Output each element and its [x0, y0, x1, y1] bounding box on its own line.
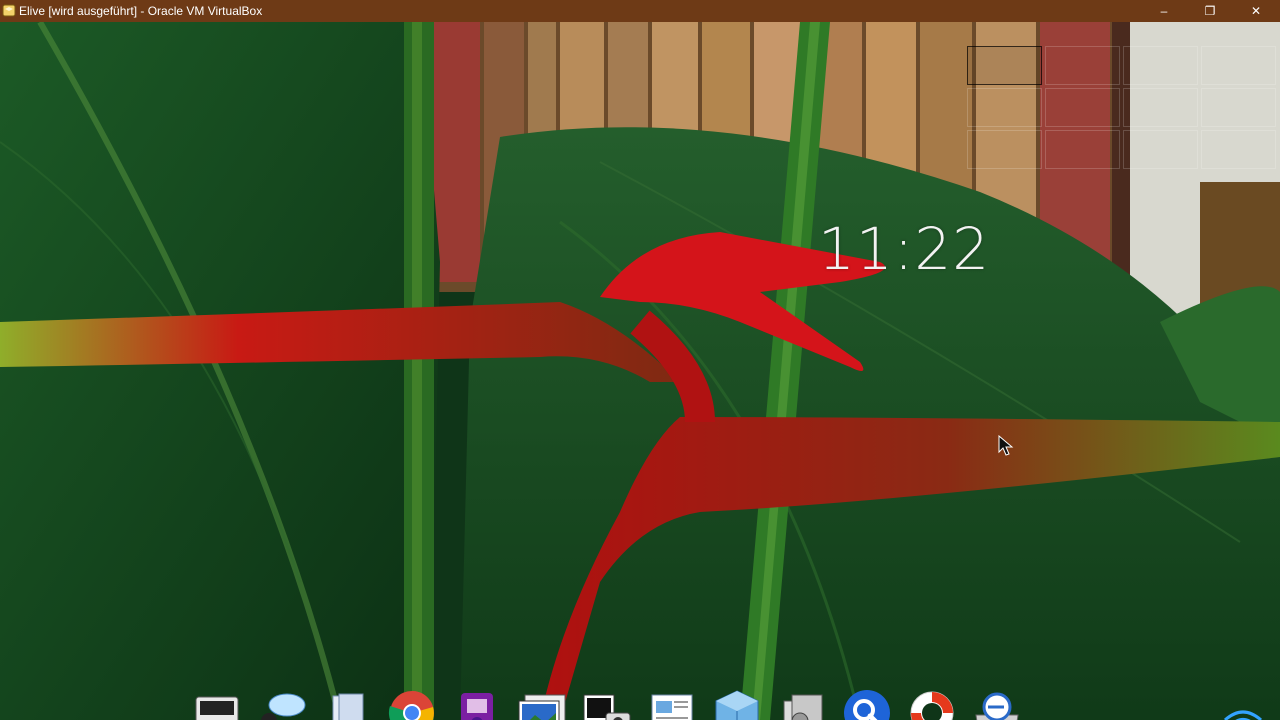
maximize-button[interactable]: ❐: [1187, 0, 1233, 22]
help-lifebuoy-icon[interactable]: [905, 686, 959, 720]
workspace-2[interactable]: [1045, 46, 1120, 85]
files-icon[interactable]: [320, 686, 374, 720]
mouse-pointer-icon: [998, 435, 1014, 456]
dock: [190, 684, 1024, 720]
wifi-icon[interactable]: [1222, 708, 1264, 720]
workspace-8[interactable]: [1201, 88, 1276, 127]
desktop-clock: 11:22: [818, 215, 991, 283]
desktop[interactable]: 11:22: [0, 22, 1280, 720]
close-button[interactable]: ✕: [1233, 0, 1279, 22]
chrome-icon[interactable]: [385, 686, 439, 720]
virtualbox-app-icon: [2, 4, 16, 17]
search-icon[interactable]: [840, 686, 894, 720]
virtualbox-icon[interactable]: [710, 686, 764, 720]
workspace-11[interactable]: [1123, 130, 1198, 169]
window-title: Elive [wird ausgeführt] - Oracle VM Virt…: [19, 4, 263, 18]
window-titlebar[interactable]: Elive [wird ausgeführt] - Oracle VM Virt…: [0, 0, 1280, 22]
image-viewer-icon[interactable]: [515, 686, 569, 720]
chat-icon[interactable]: [255, 686, 309, 720]
workspace-12[interactable]: [1201, 130, 1276, 169]
workspace-6[interactable]: [1045, 88, 1120, 127]
computer-icon[interactable]: [190, 686, 244, 720]
workspace-4[interactable]: [1201, 46, 1276, 85]
media-player-icon[interactable]: [450, 686, 504, 720]
workspace-10[interactable]: [1045, 130, 1120, 169]
minimize-button[interactable]: –: [1141, 0, 1187, 22]
workspace-3[interactable]: [1123, 46, 1198, 85]
workspace-1[interactable]: [967, 46, 1042, 85]
workspace-9[interactable]: [967, 130, 1042, 169]
workspace-pager[interactable]: [967, 46, 1276, 170]
screenshot-icon[interactable]: [580, 686, 634, 720]
workspace-7[interactable]: [1123, 88, 1198, 127]
workspace-5[interactable]: [967, 88, 1042, 127]
document-icon[interactable]: [645, 686, 699, 720]
disk-icon[interactable]: [970, 686, 1024, 720]
settings-icon[interactable]: [775, 686, 829, 720]
